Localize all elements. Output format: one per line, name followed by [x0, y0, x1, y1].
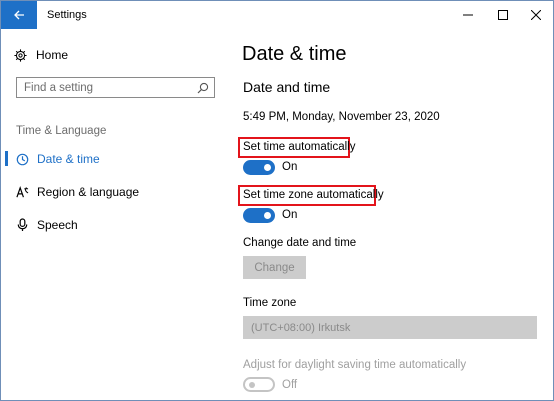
microphone-icon	[15, 218, 29, 232]
settings-window: Settings Home Find a setting Time & Lang…	[0, 0, 554, 401]
clock-icon	[15, 152, 29, 166]
daylight-saving-toggle[interactable]	[243, 377, 275, 392]
current-time: 5:49 PM, Monday, November 23, 2020	[243, 111, 440, 123]
daylight-saving-label: Adjust for daylight saving time automati…	[243, 359, 467, 371]
back-button[interactable]	[1, 1, 37, 29]
sidebar-item-region-language[interactable]: Region & language	[1, 181, 229, 203]
daylight-saving-state: Off	[282, 379, 298, 391]
set-time-auto-state: On	[282, 161, 298, 173]
time-zone-value: (UTC+08:00) Irkutsk	[251, 321, 351, 334]
gear-icon	[13, 48, 27, 62]
maximize-button[interactable]	[486, 1, 520, 29]
minimize-button[interactable]	[451, 1, 485, 29]
change-date-time-label: Change date and time	[243, 237, 357, 249]
sidebar-item-home[interactable]: Home	[13, 45, 68, 65]
search-icon[interactable]	[197, 81, 209, 99]
toggle-knob	[249, 381, 255, 388]
sidebar-item-date-time[interactable]: Date & time	[1, 148, 229, 170]
selection-indicator	[5, 151, 8, 166]
sidebar-item-speech[interactable]: Speech	[1, 214, 229, 236]
language-icon	[15, 185, 29, 199]
page-title: Date & time	[242, 43, 347, 65]
toggle-knob	[264, 164, 271, 171]
sidebar-item-label: Speech	[37, 218, 78, 232]
set-timezone-auto-toggle[interactable]	[243, 208, 275, 223]
home-label: Home	[36, 48, 69, 62]
search-box[interactable]	[16, 77, 215, 98]
toggle-knob	[264, 212, 271, 219]
maximize-icon	[498, 10, 508, 20]
set-time-auto-toggle[interactable]	[243, 160, 275, 175]
sidebar: Home Time & Language Date & time	[1, 29, 229, 400]
set-timezone-auto-state: On	[282, 209, 298, 221]
sidebar-item-label: Date & time	[37, 152, 100, 166]
close-button[interactable]	[519, 1, 553, 29]
section-title: Date and time	[243, 79, 331, 95]
minimize-icon	[463, 14, 473, 16]
main-panel: Date & time Date and time 5:49 PM, Monda…	[229, 29, 553, 400]
set-time-auto-label: Set time automatically	[243, 141, 356, 153]
section-label: Time & Language	[16, 125, 107, 137]
time-zone-dropdown[interactable]: (UTC+08:00) Irkutsk	[243, 316, 537, 339]
window-title: Settings	[47, 9, 87, 21]
search-input[interactable]	[17, 78, 187, 97]
set-timezone-auto-label: Set time zone automatically	[243, 189, 384, 201]
time-zone-label: Time zone	[243, 297, 297, 309]
title-bar: Settings	[1, 1, 553, 29]
back-arrow-icon	[14, 10, 24, 20]
sidebar-item-label: Region & language	[37, 185, 140, 199]
change-button[interactable]: Change	[243, 256, 306, 279]
close-icon	[531, 10, 541, 20]
